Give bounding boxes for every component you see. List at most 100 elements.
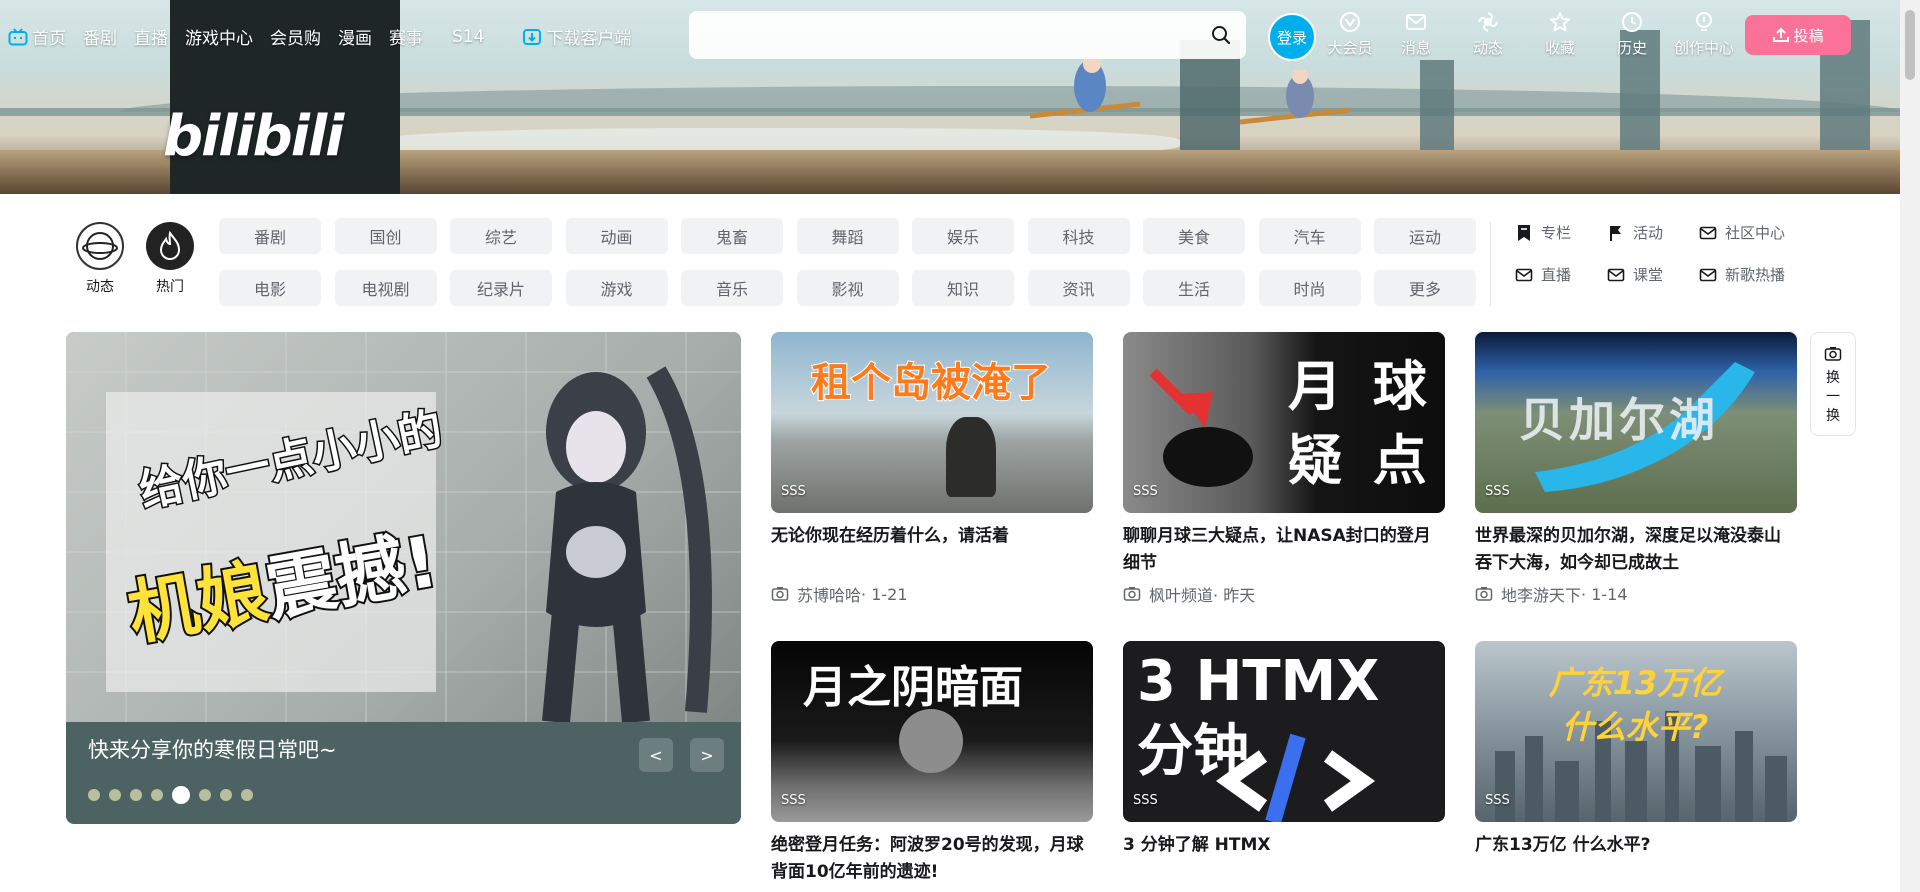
channel-chip[interactable]: 动画 bbox=[565, 218, 668, 254]
carousel-dot[interactable] bbox=[241, 789, 253, 801]
link-community[interactable]: 社区中心 bbox=[1699, 222, 1809, 243]
video-card[interactable]: 广东13万亿 什么水平? SSS 广东13万亿 什么水平? bbox=[1475, 641, 1797, 859]
refresh-recommendations-button[interactable]: 换 一 换 bbox=[1810, 332, 1856, 436]
video-card[interactable]: 贝加尔湖 SSS 世界最深的贝加尔湖，深度足以淹没泰山吞下大海，如今却已成故土 … bbox=[1475, 332, 1797, 605]
channel-hot[interactable]: 热门 bbox=[146, 222, 194, 296]
video-card[interactable]: 租个岛被淹了 SSS 无论你现在经历着什么，请活着 苏博哈哈 · 1-21 bbox=[771, 332, 1093, 605]
nav-home[interactable]: 首页 bbox=[8, 24, 66, 49]
featured-carousel[interactable]: 给你一点小小的 机娘震撼! 快来分享你的寒假日常吧~ < > bbox=[66, 332, 741, 824]
channel-chip[interactable]: 运动 bbox=[1374, 218, 1476, 254]
carousel-image[interactable]: 给你一点小小的 机娘震撼! bbox=[66, 332, 741, 722]
link-new-songs[interactable]: 新歌热播 bbox=[1699, 264, 1809, 285]
video-title[interactable]: 世界最深的贝加尔湖，深度足以淹没泰山吞下大海，如今却已成故土 bbox=[1475, 523, 1797, 577]
video-thumbnail[interactable]: 月之阴暗面 SSS bbox=[771, 641, 1093, 822]
channel-chip[interactable]: 生活 bbox=[1143, 270, 1245, 306]
carousel-dot[interactable] bbox=[88, 789, 100, 801]
video-author[interactable]: 地李游天下 bbox=[1501, 582, 1581, 606]
search-icon[interactable] bbox=[1210, 24, 1232, 46]
carousel-next-button[interactable]: > bbox=[690, 738, 724, 772]
video-card[interactable]: 月 球 疑 点 SSS 聊聊月球三大疑点，让NASA封口的登月细节 枫叶频道 · … bbox=[1123, 332, 1445, 605]
page-scrollbar[interactable] bbox=[1900, 0, 1920, 892]
nav-s14[interactable]: S14 bbox=[452, 27, 484, 47]
nav-history[interactable]: 历史 bbox=[1596, 10, 1668, 58]
link-new-songs-label: 新歌热播 bbox=[1725, 266, 1786, 284]
channel-chip[interactable]: 音乐 bbox=[681, 270, 783, 306]
channel-chip[interactable]: 舞蹈 bbox=[796, 218, 899, 254]
channel-chip[interactable]: 资讯 bbox=[1027, 270, 1130, 306]
nav-manga[interactable]: 漫画 bbox=[338, 24, 372, 49]
video-author[interactable]: 枫叶频道 bbox=[1149, 582, 1213, 606]
nav-favorites-label: 收藏 bbox=[1544, 39, 1575, 57]
channel-chip[interactable]: 纪录片 bbox=[450, 270, 552, 306]
channel-chip[interactable]: 时尚 bbox=[1258, 270, 1361, 306]
bilibili-logo[interactable]: bilibili bbox=[163, 104, 344, 169]
video-meta[interactable]: 苏博哈哈 · 1-21 bbox=[771, 582, 908, 606]
channel-chip[interactable]: 电影 bbox=[219, 270, 321, 306]
carousel-prev-button[interactable]: < bbox=[639, 738, 673, 772]
video-title[interactable]: 无论你现在经历着什么，请活着 bbox=[771, 523, 1093, 550]
link-column[interactable]: 专栏 bbox=[1515, 222, 1607, 243]
nav-vip[interactable]: 大会员 bbox=[1320, 10, 1380, 58]
channel-chip[interactable]: 游戏 bbox=[565, 270, 668, 306]
channel-hot-label: 热门 bbox=[156, 279, 184, 295]
channel-chip[interactable]: 番剧 bbox=[219, 218, 321, 254]
nav-download-label: 下载客户端 bbox=[546, 29, 632, 49]
video-thumbnail[interactable]: 租个岛被淹了 SSS bbox=[771, 332, 1093, 513]
nav-creator-center[interactable]: 创作中心 bbox=[1668, 10, 1740, 58]
carousel-dot[interactable] bbox=[130, 789, 142, 801]
nav-download-client[interactable]: 下载客户端 bbox=[522, 24, 631, 49]
video-title[interactable]: 绝密登月任务：阿波罗20号的发现，月球背面10亿年前的遗迹! bbox=[771, 832, 1093, 886]
link-course[interactable]: 课堂 bbox=[1607, 264, 1699, 285]
bulb-icon bbox=[1696, 12, 1712, 31]
scrollbar-thumb[interactable] bbox=[1905, 10, 1915, 80]
video-thumbnail[interactable]: 贝加尔湖 SSS bbox=[1475, 332, 1797, 513]
video-meta[interactable]: 地李游天下 · 1-14 bbox=[1475, 582, 1628, 606]
video-title[interactable]: 广东13万亿 什么水平? bbox=[1475, 832, 1797, 859]
nav-member-shop[interactable]: 会员购 bbox=[270, 24, 321, 49]
channel-chip[interactable]: 国创 bbox=[334, 218, 437, 254]
flame-icon bbox=[146, 222, 194, 270]
link-live-label: 直播 bbox=[1541, 266, 1572, 284]
search-input[interactable] bbox=[705, 19, 1189, 53]
carousel-dot[interactable] bbox=[199, 789, 211, 801]
video-thumbnail[interactable]: 月 球 疑 点 SSS bbox=[1123, 332, 1445, 513]
channel-chip[interactable]: 娱乐 bbox=[912, 218, 1014, 254]
channel-chip[interactable]: 科技 bbox=[1027, 218, 1130, 254]
channel-chip[interactable]: 综艺 bbox=[450, 218, 552, 254]
nav-esports[interactable]: 赛事 bbox=[389, 24, 423, 49]
carousel-caption[interactable]: 快来分享你的寒假日常吧~ bbox=[88, 734, 337, 764]
channel-chip[interactable]: 鬼畜 bbox=[681, 218, 783, 254]
carousel-dot[interactable] bbox=[172, 786, 190, 804]
channel-chip[interactable]: 汽车 bbox=[1258, 218, 1361, 254]
nav-live[interactable]: 直播 bbox=[134, 24, 168, 49]
refresh-label: 换 bbox=[1826, 408, 1840, 424]
link-live[interactable]: 直播 bbox=[1515, 264, 1607, 285]
channel-dynamics[interactable]: 动态 bbox=[76, 222, 124, 296]
channel-chip-more[interactable]: 更多 bbox=[1374, 270, 1476, 306]
upload-button[interactable]: 投稿 bbox=[1745, 15, 1851, 55]
mail-icon bbox=[1699, 268, 1717, 281]
carousel-dot[interactable] bbox=[109, 789, 121, 801]
channel-chip[interactable]: 影视 bbox=[796, 270, 899, 306]
video-title[interactable]: 3 分钟了解 HTMX bbox=[1123, 832, 1445, 859]
top-nav-left: 首页 番剧 直播 游戏中心 会员购 漫画 赛事 S14 下载客户端 bbox=[8, 24, 648, 49]
video-card[interactable]: 3 HTMX 分钟 SSS 3 分钟了解 HTMX bbox=[1123, 641, 1445, 859]
channel-chip[interactable]: 美食 bbox=[1143, 218, 1245, 254]
channel-chip[interactable]: 电视剧 bbox=[334, 270, 437, 306]
link-activity[interactable]: 活动 bbox=[1607, 222, 1699, 243]
video-thumbnail[interactable]: 3 HTMX 分钟 SSS bbox=[1123, 641, 1445, 822]
nav-game-center[interactable]: 游戏中心 bbox=[185, 24, 253, 49]
nav-favorites[interactable]: 收藏 bbox=[1524, 10, 1596, 58]
video-card[interactable]: 月之阴暗面 SSS 绝密登月任务：阿波罗20号的发现，月球背面10亿年前的遗迹! bbox=[771, 641, 1093, 886]
nav-dynamics[interactable]: 动态 bbox=[1452, 10, 1524, 58]
nav-bangumi[interactable]: 番剧 bbox=[83, 24, 117, 49]
video-title[interactable]: 聊聊月球三大疑点，让NASA封口的登月细节 bbox=[1123, 523, 1445, 577]
carousel-dot[interactable] bbox=[151, 789, 163, 801]
login-avatar-button[interactable]: 登录 bbox=[1268, 13, 1316, 61]
channel-chip[interactable]: 知识 bbox=[912, 270, 1014, 306]
video-thumbnail[interactable]: 广东13万亿 什么水平? SSS bbox=[1475, 641, 1797, 822]
video-meta[interactable]: 枫叶频道 · 昨天 bbox=[1123, 582, 1255, 606]
video-author[interactable]: 苏博哈哈 bbox=[797, 582, 861, 606]
nav-messages[interactable]: 消息 bbox=[1380, 10, 1452, 58]
carousel-dot[interactable] bbox=[220, 789, 232, 801]
